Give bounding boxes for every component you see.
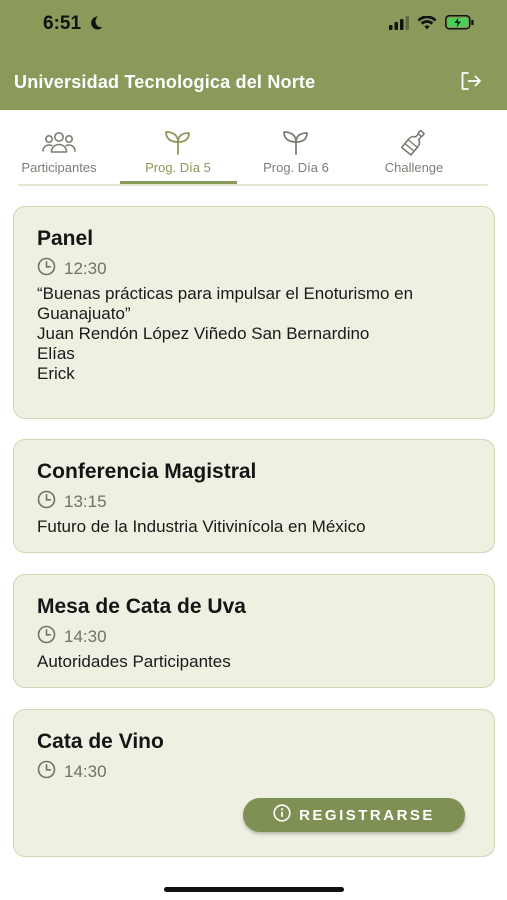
- tab-prog-dia-5[interactable]: Prog. Día 5: [119, 110, 237, 185]
- tab-label: Prog. Día 5: [145, 160, 211, 175]
- tab-challenge[interactable]: Challenge: [355, 110, 473, 185]
- event-title: Mesa de Cata de Uva: [37, 595, 246, 618]
- event-title: Cata de Vino: [37, 730, 164, 753]
- clock-icon: [37, 625, 56, 649]
- clock-icon: [37, 257, 56, 281]
- info-icon: [273, 804, 291, 826]
- event-title: Panel: [37, 227, 94, 250]
- event-time-text: 14:30: [64, 762, 107, 781]
- event-card-mesa-cata-uva: Mesa de Cata de Uva 14:30 Autoridades Pa…: [13, 574, 495, 688]
- logout-icon: [461, 72, 481, 90]
- clock-icon: [37, 490, 56, 514]
- cellular-signal-icon: [389, 15, 409, 35]
- tab-label: Challenge: [384, 160, 444, 175]
- tab-participantes[interactable]: Participantes: [0, 110, 118, 185]
- sprout-icon: [281, 128, 311, 156]
- app-header: 6:51 Universidad Tecnologica del Norte: [0, 0, 507, 110]
- register-label: REGISTRARSE: [299, 806, 435, 824]
- event-time: 14:30: [37, 625, 107, 649]
- event-card-conferencia: Conferencia Magistral 13:15 Futuro de la…: [13, 439, 495, 553]
- status-time: 6:51: [43, 13, 82, 34]
- event-description: Autoridades Participantes: [37, 652, 231, 671]
- battery-charging-icon: [445, 15, 475, 35]
- event-time: 13:15: [37, 490, 107, 514]
- tab-prog-dia-6[interactable]: Prog. Día 6: [237, 110, 355, 185]
- tab-label: Participantes: [21, 160, 97, 175]
- event-time: 12:30: [37, 257, 107, 281]
- event-time: 14:30: [37, 760, 107, 784]
- event-card-panel: Panel 12:30 “Buenas prácticas para impul…: [13, 206, 495, 419]
- event-description: Futuro de la Industria Vitivinícola en M…: [37, 517, 366, 536]
- register-button[interactable]: REGISTRARSE: [243, 798, 465, 832]
- event-time-text: 13:15: [64, 492, 107, 511]
- clock-icon: [37, 760, 56, 784]
- status-bar: 6:51: [0, 0, 507, 50]
- logout-button[interactable]: [459, 70, 483, 97]
- wine-bottle-icon: [399, 128, 429, 156]
- wifi-icon: [417, 14, 437, 35]
- people-icon: [41, 128, 77, 156]
- tab-bar: Participantes Prog. Día 5 Prog. Día 6 Ch…: [0, 110, 507, 185]
- status-icons: [389, 14, 475, 35]
- event-time-text: 14:30: [64, 627, 107, 646]
- home-indicator: [164, 887, 344, 892]
- moon-icon: [88, 15, 104, 36]
- tabs-divider: [18, 184, 488, 186]
- event-description: “Buenas prácticas para impulsar el Enotu…: [37, 284, 414, 383]
- sprout-icon: [163, 128, 193, 156]
- event-title: Conferencia Magistral: [37, 460, 257, 483]
- event-time-text: 12:30: [64, 259, 107, 278]
- app-title: Universidad Tecnologica del Norte: [14, 72, 316, 92]
- tab-label: Prog. Día 6: [263, 160, 329, 175]
- event-card-cata-vino: Cata de Vino 14:30 REGISTRARSE: [13, 709, 495, 857]
